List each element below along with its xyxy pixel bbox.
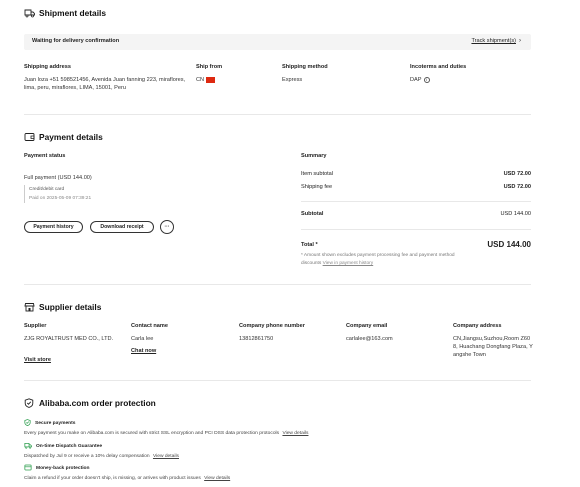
total-note: * Amount shown excludes payment processi…: [301, 252, 531, 268]
total-value: USD 144.00: [487, 240, 531, 249]
truck-green-icon: [24, 442, 32, 451]
incoterms-value: DAP i: [410, 76, 430, 84]
shipping-fee-row: Shipping fee USD 72.00: [301, 184, 531, 190]
contact-name-label: Contact name: [131, 323, 168, 329]
wallet-icon: [24, 132, 35, 142]
subtotal-row: Subtotal USD 144.00: [301, 211, 531, 217]
more-options-button[interactable]: ···: [160, 220, 174, 234]
protection-item-secure-payments: Secure payments Every payment you make o…: [24, 419, 308, 436]
divider: [24, 114, 531, 115]
protection-section-title: Alibaba.com order protection: [24, 398, 156, 408]
company-phone-label: Company phone number: [239, 323, 305, 329]
secure-payments-label: Secure payments: [35, 421, 76, 426]
company-address-label: Company address: [453, 323, 502, 329]
divider: [24, 380, 531, 381]
total-label: Total *: [301, 241, 318, 248]
secure-payments-desc-text: Every payment you make on Alibaba.com is…: [24, 431, 280, 436]
shipping-fee-label: Shipping fee: [301, 184, 333, 190]
payment-status-label: Payment status: [24, 153, 66, 159]
money-back-label: Money-back protection: [36, 466, 90, 471]
full-payment-text: Full payment (USD 144.00): [24, 175, 92, 181]
divider: [301, 201, 531, 202]
truck-icon: [24, 8, 35, 18]
on-time-dispatch-desc-text: Dispatched by Jul 9 or receive a 10% del…: [24, 454, 150, 459]
shipment-status-bar: Waiting for delivery confirmation Track …: [24, 34, 531, 50]
item-subtotal-label: Item subtotal: [301, 171, 334, 177]
on-time-dispatch-desc: Dispatched by Jul 9 or receive a 10% del…: [24, 454, 179, 459]
ship-from-country: CN: [196, 77, 205, 83]
shipment-section-title: Shipment details: [24, 8, 106, 18]
item-subtotal-row: Item subtotal USD 72.00: [301, 171, 531, 177]
chat-now-link[interactable]: Chat now: [131, 348, 156, 354]
shield-check-green-icon: [24, 419, 31, 428]
payment-method-block: Credit/debit card Paid on 2025-05-09 07:…: [24, 185, 91, 203]
ship-from-label: Ship from: [196, 64, 223, 70]
download-receipt-button[interactable]: Download receipt: [90, 221, 154, 233]
shipping-method-value: Express: [282, 77, 303, 83]
china-flag-icon: [206, 77, 216, 83]
shipping-address-label: Shipping address: [24, 64, 71, 70]
track-shipment-label[interactable]: Track shipment(s): [471, 38, 516, 44]
subtotal-value: USD 144.00: [500, 211, 531, 217]
total-note-line1: * Amount shown excludes payment processi…: [301, 253, 455, 258]
shipment-title-text: Shipment details: [39, 8, 107, 18]
shipping-method-label: Shipping method: [282, 64, 328, 70]
money-back-view-details-link[interactable]: View details: [204, 476, 230, 481]
protection-title-text: Alibaba.com order protection: [39, 398, 156, 408]
money-back-title: Money-back protection: [24, 464, 230, 473]
divider: [24, 284, 531, 285]
item-subtotal-value: USD 72.00: [503, 171, 531, 177]
info-icon[interactable]: i: [423, 77, 430, 83]
payment-section-title: Payment details: [24, 132, 103, 142]
contact-name-value: Carla lee: [131, 336, 154, 342]
store-icon: [24, 302, 35, 312]
total-note-discounts: discounts: [301, 261, 322, 266]
track-shipment-link[interactable]: Track shipment(s) ›: [471, 38, 521, 44]
money-back-green-icon: [24, 464, 32, 473]
payment-title-text: Payment details: [39, 132, 103, 142]
supplier-name: ZJG ROYALTRUST MED CO., LTD.: [24, 336, 114, 342]
total-row: Total * USD 144.00: [301, 240, 531, 249]
money-back-desc: Claim a refund if your order doesn't shi…: [24, 476, 230, 481]
shipment-status-text: Waiting for delivery confirmation: [32, 38, 120, 44]
company-phone-value: 13812861750: [239, 336, 274, 342]
company-address-value: CN,Jiangsu,Suzhou,Room Z608, Huachang Do…: [453, 336, 533, 358]
subtotal-label: Subtotal: [301, 211, 324, 217]
secure-payments-desc: Every payment you make on Alibaba.com is…: [24, 431, 308, 436]
company-email-label: Company email: [346, 323, 388, 329]
shipping-fee-value: USD 72.00: [503, 184, 531, 190]
visit-store-link[interactable]: Visit store: [24, 357, 51, 363]
chevron-right-icon: ›: [519, 38, 521, 44]
view-payment-history-link[interactable]: View in payment history: [323, 261, 374, 266]
incoterms-text: DAP: [410, 77, 422, 83]
supplier-title-text: Supplier details: [39, 302, 102, 312]
secure-payments-view-details-link[interactable]: View details: [282, 431, 308, 436]
company-email-value: carlalee@163.com: [346, 336, 393, 342]
divider: [301, 229, 531, 230]
summary-label: Summary: [301, 153, 327, 159]
protection-item-on-time-dispatch: On-time Dispatch Guarantee Dispatched by…: [24, 442, 179, 459]
on-time-dispatch-title: On-time Dispatch Guarantee: [24, 442, 179, 451]
on-time-dispatch-view-details-link[interactable]: View details: [153, 454, 179, 459]
on-time-dispatch-label: On-time Dispatch Guarantee: [36, 444, 103, 449]
supplier-label: Supplier: [24, 323, 47, 329]
money-back-desc-text: Claim a refund if your order doesn't shi…: [24, 476, 201, 481]
payment-method-text: Credit/debit card: [29, 187, 65, 192]
incoterms-label: Incoterms and duties: [410, 64, 467, 70]
protection-item-money-back: Money-back protection Claim a refund if …: [24, 464, 230, 481]
paid-on-text: Paid on 2025-05-09 07:39:21: [29, 196, 92, 201]
shield-check-icon: [24, 398, 34, 408]
secure-payments-title: Secure payments: [24, 419, 308, 428]
total-note-line2: discounts View in payment history: [301, 260, 531, 268]
payment-history-button[interactable]: Payment history: [24, 221, 83, 233]
shipping-address-value: Juan loza +51 598521456, Avenida Juan fa…: [24, 77, 186, 91]
ship-from-value: CN: [196, 76, 216, 84]
supplier-section-title: Supplier details: [24, 302, 101, 312]
